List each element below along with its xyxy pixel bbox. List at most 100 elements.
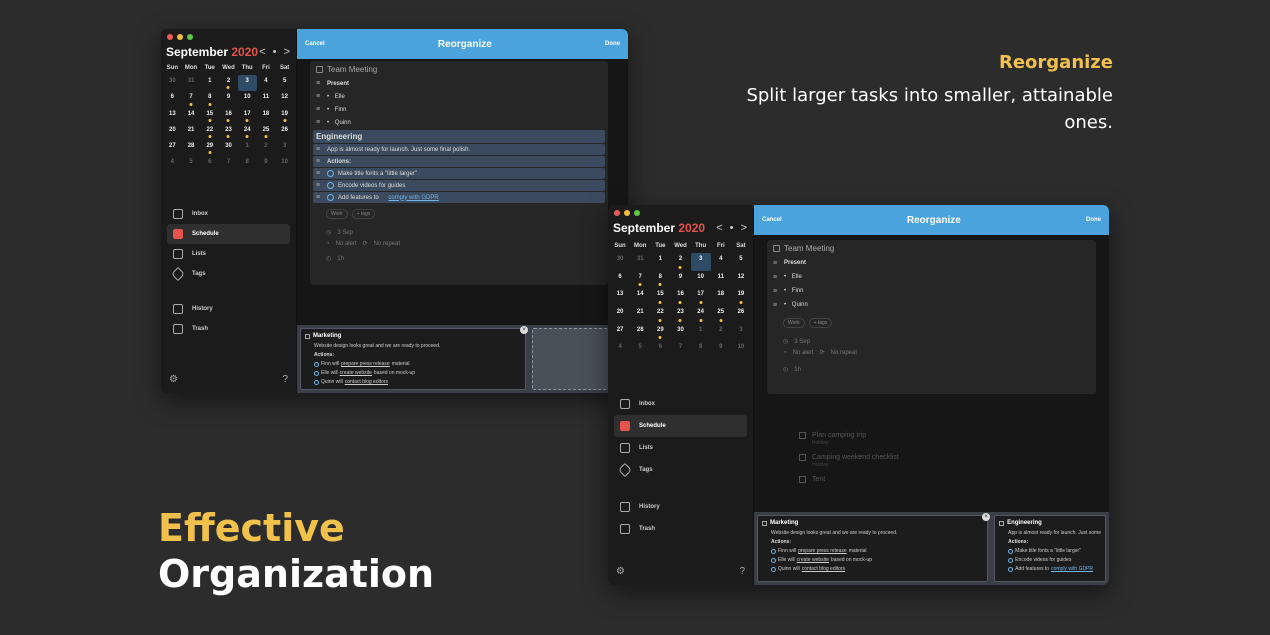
calendar-day[interactable]: 19	[731, 288, 751, 306]
repeat-text[interactable]: No repeat	[374, 241, 400, 247]
subtask-circle[interactable]	[771, 548, 776, 554]
task-duration[interactable]: ◴ 1h	[310, 253, 608, 264]
drag-handle-icon[interactable]: ≡	[316, 93, 323, 100]
task-link[interactable]: comply with GDPR	[388, 195, 438, 201]
task-title-row[interactable]: Team Meeting	[310, 61, 608, 77]
note-checkbox[interactable]	[762, 520, 767, 526]
note-item[interactable]: Elle will create website based on mock-u…	[314, 370, 521, 376]
calendar-day[interactable]: 1	[238, 140, 257, 156]
calendar-day[interactable]: 10	[691, 271, 711, 289]
calendar-day[interactable]: 16	[219, 108, 238, 124]
calendar-day[interactable]: 18	[257, 108, 276, 124]
subtask-circle[interactable]	[314, 361, 319, 367]
calendar-day[interactable]: 29	[650, 324, 670, 342]
calendar-day[interactable]: 22	[200, 124, 219, 140]
calendar-day[interactable]: 31	[630, 253, 650, 271]
zoom-window-button[interactable]	[634, 210, 640, 216]
subtask-circle[interactable]	[327, 182, 334, 189]
calendar-day[interactable]: 5	[731, 253, 751, 271]
subtask-circle[interactable]	[771, 557, 776, 563]
drag-handle-icon[interactable]: ≡	[773, 302, 780, 309]
alert-text[interactable]: No alert	[793, 350, 814, 356]
calendar-day[interactable]: 6	[200, 156, 219, 172]
calendar-day[interactable]: 9	[257, 156, 276, 172]
subtask-circle[interactable]	[314, 379, 319, 385]
calendar-day[interactable]: 7	[630, 271, 650, 289]
task-line[interactable]: ≡ • Elle	[767, 270, 1096, 284]
calendar-day[interactable]: 6	[610, 271, 630, 289]
sidebar-item-tags[interactable]: Tags	[167, 264, 290, 284]
calendar-day[interactable]: 4	[610, 341, 630, 359]
calendar-day[interactable]: 30	[670, 324, 690, 342]
calendar-day[interactable]: 8	[200, 91, 219, 107]
done-button[interactable]: Done	[1086, 217, 1101, 223]
calendar-day[interactable]: 26	[731, 306, 751, 324]
subtask-circle[interactable]	[327, 170, 334, 177]
calendar-day[interactable]: 16	[670, 288, 690, 306]
note-link[interactable]: comply with GDPR	[1051, 566, 1093, 572]
calendar-day[interactable]: 10	[238, 91, 257, 107]
drag-handle-icon[interactable]: ≡	[316, 119, 323, 126]
subtask-circle[interactable]	[1008, 557, 1014, 563]
drag-handle-icon[interactable]: ≡	[316, 146, 323, 153]
selected-section-heading[interactable]: Engineering	[313, 130, 605, 143]
help-icon[interactable]: ?	[739, 566, 745, 577]
sidebar-item-trash[interactable]: Trash	[614, 518, 747, 540]
note-checkbox[interactable]	[305, 333, 310, 339]
calendar-day[interactable]: 3	[275, 140, 294, 156]
calendar-day[interactable]: 14	[630, 288, 650, 306]
calendar-day[interactable]: 5	[275, 75, 294, 91]
split-task-card[interactable]: × Marketing Website design looks great a…	[757, 513, 991, 582]
task-line[interactable]: ≡ • Finn	[310, 103, 608, 116]
calendar-day[interactable]: 2	[257, 140, 276, 156]
selected-task-line[interactable]: ≡ Encode videos for guides	[313, 180, 605, 191]
note-item[interactable]: Quinn will contact blog editors	[314, 379, 521, 385]
drag-handle-icon[interactable]: ≡	[773, 274, 780, 281]
calendar-day[interactable]: 8	[238, 156, 257, 172]
calendar-day[interactable]: 2	[670, 253, 690, 271]
sidebar-item-schedule[interactable]: Schedule	[167, 224, 290, 244]
subtask-circle[interactable]	[314, 370, 319, 376]
calendar-day[interactable]: 10	[275, 156, 294, 172]
drag-handle-icon[interactable]: ≡	[316, 158, 323, 165]
calendar-day[interactable]: 24	[238, 124, 257, 140]
sidebar-item-lists[interactable]: Lists	[614, 437, 747, 459]
calendar-day[interactable]: 5	[630, 341, 650, 359]
drag-handle-icon[interactable]: ≡	[316, 80, 323, 87]
calendar-day[interactable]: 9	[670, 271, 690, 289]
calendar-day[interactable]: 15	[650, 288, 670, 306]
calendar-day[interactable]: 28	[630, 324, 650, 342]
calendar-day[interactable]: 7	[182, 91, 201, 107]
task-checkbox[interactable]	[799, 476, 806, 483]
split-task-card[interactable]: × Marketing Website design looks great a…	[300, 326, 528, 390]
calendar-day[interactable]: 4	[163, 156, 182, 172]
note-link[interactable]: prepare press release	[798, 548, 847, 554]
calendar-day[interactable]: 17	[238, 108, 257, 124]
calendar-day[interactable]: 1	[691, 324, 711, 342]
add-tag-button[interactable]: + tags	[808, 318, 833, 328]
calendar-day[interactable]: 30	[219, 140, 238, 156]
calendar-day[interactable]: 25	[711, 306, 731, 324]
task-checkbox[interactable]	[773, 244, 780, 252]
sidebar-item-lists[interactable]: Lists	[167, 244, 290, 264]
task-line[interactable]: ≡ • Quinn	[310, 116, 608, 129]
settings-icon[interactable]: ⚙	[616, 566, 625, 577]
calendar-day[interactable]: 17	[691, 288, 711, 306]
note-item[interactable]: Finn will prepare press release material	[771, 548, 983, 554]
subtask-circle[interactable]	[1008, 566, 1014, 572]
calendar-day[interactable]: 3	[731, 324, 751, 342]
task-title-row[interactable]: Team Meeting	[767, 240, 1096, 256]
calendar-day[interactable]: 9	[219, 91, 238, 107]
calendar-day[interactable]: 21	[630, 306, 650, 324]
note-item[interactable]: Add features to comply with GDPR	[1008, 566, 1101, 572]
calendar-day[interactable]: 28	[182, 140, 201, 156]
task-line[interactable]: ≡ • Quinn	[767, 298, 1096, 312]
split-task-card[interactable]: Engineering App is almost ready for laun…	[994, 515, 1106, 582]
subtask-circle[interactable]	[327, 194, 334, 201]
calendar-day[interactable]: 6	[163, 91, 182, 107]
calendar-day[interactable]: 18	[711, 288, 731, 306]
subtask-circle[interactable]	[1008, 548, 1014, 554]
note-item[interactable]: Finn will prepare press release material	[314, 361, 521, 367]
calendar-day[interactable]: 5	[182, 156, 201, 172]
calendar-day[interactable]: 11	[257, 91, 276, 107]
